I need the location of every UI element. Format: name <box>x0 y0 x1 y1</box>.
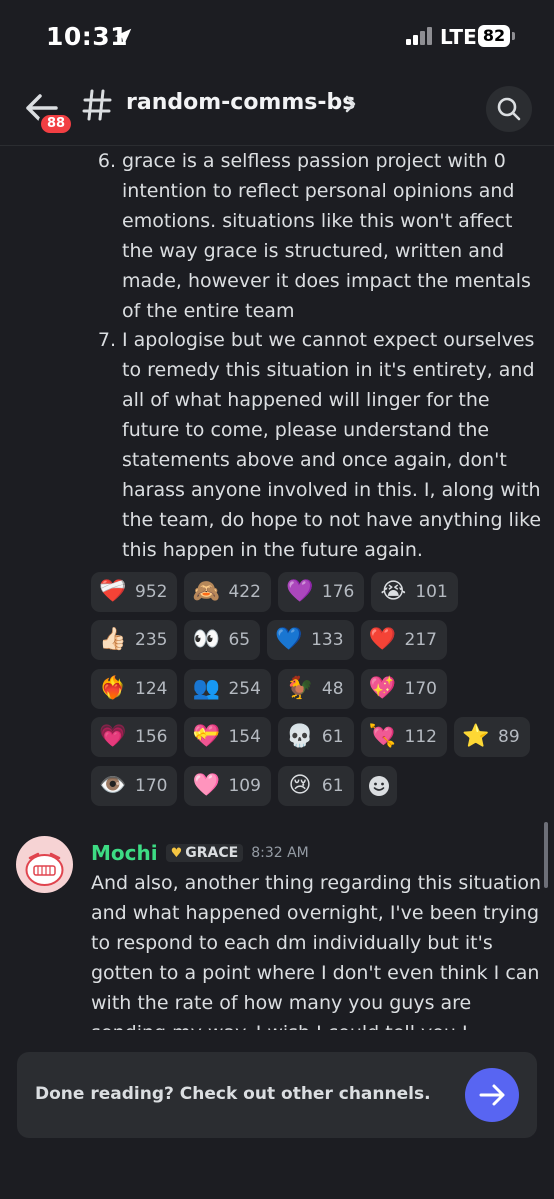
next-channel-button[interactable] <box>465 1068 519 1122</box>
list-text: grace is a selfless passion project with… <box>122 150 531 322</box>
reaction-emoji: 🙈 <box>192 579 221 604</box>
reaction-count: 235 <box>135 630 168 650</box>
reaction-emoji: 👀 <box>192 627 221 652</box>
scrollbar[interactable] <box>544 822 548 888</box>
reaction-emoji: 💀 <box>286 724 314 749</box>
smiley-icon <box>368 776 389 796</box>
reaction-pill[interactable]: 💖 170 <box>360 669 447 709</box>
author-name[interactable]: Mochi <box>91 841 158 865</box>
reaction-emoji: 💙 <box>275 627 303 652</box>
guild-tag[interactable]: ♥ GRACE <box>165 844 244 862</box>
list-number: 7. <box>97 329 116 351</box>
reaction-emoji: 😭 <box>380 579 407 604</box>
reaction-emoji: 🐓 <box>286 676 314 701</box>
reaction-emoji: ⭐ <box>462 724 490 749</box>
reaction-pill[interactable]: 💜 176 <box>277 572 365 612</box>
status-bar: 10:31 LTE 82 <box>0 0 554 72</box>
done-reading-banner[interactable]: Done reading? Check out other channels. <box>17 1052 537 1138</box>
reaction-pill[interactable]: ❤️ 217 <box>360 620 447 660</box>
reaction-pill[interactable]: 💙 133 <box>267 620 354 660</box>
done-reading-text: Done reading? Check out other channels. <box>35 1084 431 1104</box>
search-icon <box>497 97 521 121</box>
reaction-count: 254 <box>228 679 261 699</box>
reaction-pill[interactable]: 💝 154 <box>184 717 271 757</box>
reaction-emoji: ❤️‍🔥 <box>99 676 127 701</box>
chevron-right-icon[interactable] <box>344 94 358 114</box>
reaction-pill[interactable]: 👍🏻 235 <box>91 620 178 660</box>
reaction-count: 217 <box>404 630 437 650</box>
reaction-pill[interactable]: 👁️ 170 <box>91 766 178 806</box>
reaction-row: 💗 156 💝 154 💀 61 💘 112 ⭐ 89 <box>91 717 530 757</box>
reaction-emoji: 💖 <box>368 676 397 701</box>
search-button[interactable] <box>486 86 532 132</box>
reaction-pill[interactable]: 👥 254 <box>184 669 271 709</box>
reaction-emoji: 💘 <box>368 724 397 749</box>
list-number: 6. <box>97 150 116 172</box>
channel-header: 88 random-comms-bs <box>0 72 554 146</box>
reaction-pill[interactable]: 👀 65 <box>184 620 261 660</box>
reaction-count: 952 <box>135 582 168 602</box>
reaction-row: ❤️‍🔥 124 👥 254 🐓 48 💖 170 <box>91 669 447 709</box>
list-text: I apologise but we cannot expect ourselv… <box>122 329 542 561</box>
guild-tag-label: GRACE <box>185 845 239 861</box>
reaction-emoji: 👁️ <box>99 773 127 798</box>
reaction-pill[interactable]: 💀 61 <box>277 717 354 757</box>
reaction-count: 156 <box>135 727 168 747</box>
reaction-emoji: ❤️ <box>368 627 397 652</box>
reaction-pill[interactable]: ❤️‍🔥 124 <box>91 669 178 709</box>
reaction-count: 109 <box>228 776 261 796</box>
message-text: And also, another thing regarding this s… <box>91 872 542 1044</box>
message-header: Mochi ♥ GRACE 8:32 AM <box>91 840 309 866</box>
reaction-emoji: 😢 <box>288 773 312 798</box>
reaction-count: 133 <box>311 630 344 650</box>
reaction-pill[interactable]: 🐓 48 <box>277 669 354 709</box>
reaction-count: 124 <box>135 679 168 699</box>
arrow-right-icon <box>479 1084 505 1106</box>
reaction-pill[interactable]: 😢 61 <box>277 766 354 806</box>
reaction-count: 112 <box>404 727 437 747</box>
reaction-count: 422 <box>228 582 261 602</box>
reaction-count: 170 <box>135 776 168 796</box>
reaction-count: 170 <box>404 679 437 699</box>
reaction-count: 48 <box>321 679 344 699</box>
heart-icon: ♥ <box>170 845 183 861</box>
location-arrow-icon <box>114 28 132 46</box>
reaction-count: 176 <box>321 582 355 602</box>
reaction-emoji: ❤️‍🩹 <box>99 579 127 604</box>
reaction-pill[interactable]: 💗 156 <box>91 717 178 757</box>
reaction-emoji: 👥 <box>192 676 221 701</box>
reaction-count: 101 <box>415 582 448 602</box>
channel-name[interactable]: random-comms-bs <box>126 90 355 115</box>
reaction-count: 61 <box>321 776 344 796</box>
network-label: LTE <box>440 25 477 49</box>
reaction-emoji: 👍🏻 <box>99 627 127 652</box>
reaction-count: 61 <box>321 727 344 747</box>
reaction-emoji: 🩷 <box>192 773 221 798</box>
battery-icon: 82 <box>478 25 510 47</box>
reaction-emoji: 💜 <box>286 579 314 604</box>
reaction-count: 89 <box>498 727 520 747</box>
reaction-pill[interactable]: ⭐ 89 <box>454 717 530 757</box>
hashtag-icon <box>82 89 112 121</box>
battery-tip <box>512 32 515 40</box>
reaction-row: ❤️‍🩹 952 🙈 422 💜 176 😭 101 <box>91 572 458 612</box>
reaction-pill[interactable]: 🙈 422 <box>184 572 271 612</box>
reaction-pill[interactable]: 💘 112 <box>360 717 447 757</box>
add-reaction-button[interactable] <box>360 766 397 806</box>
reaction-pill[interactable]: 🩷 109 <box>184 766 271 806</box>
avatar-image <box>25 852 64 886</box>
avatar[interactable] <box>16 836 73 893</box>
reaction-row: 👁️ 170 🩷 109 😢 61 <box>91 766 397 806</box>
reaction-count: 65 <box>228 630 251 650</box>
message-timestamp: 8:32 AM <box>251 845 309 861</box>
reaction-pill[interactable]: ❤️‍🩹 952 <box>91 572 178 612</box>
signal-icon <box>406 27 434 45</box>
reaction-emoji: 💗 <box>99 724 127 749</box>
reaction-count: 154 <box>228 727 261 747</box>
unread-badge: 88 <box>38 112 75 136</box>
reaction-emoji: 💝 <box>192 724 221 749</box>
reaction-row: 👍🏻 235 👀 65 💙 133 ❤️ 217 <box>91 620 447 660</box>
reaction-pill[interactable]: 😭 101 <box>371 572 458 612</box>
